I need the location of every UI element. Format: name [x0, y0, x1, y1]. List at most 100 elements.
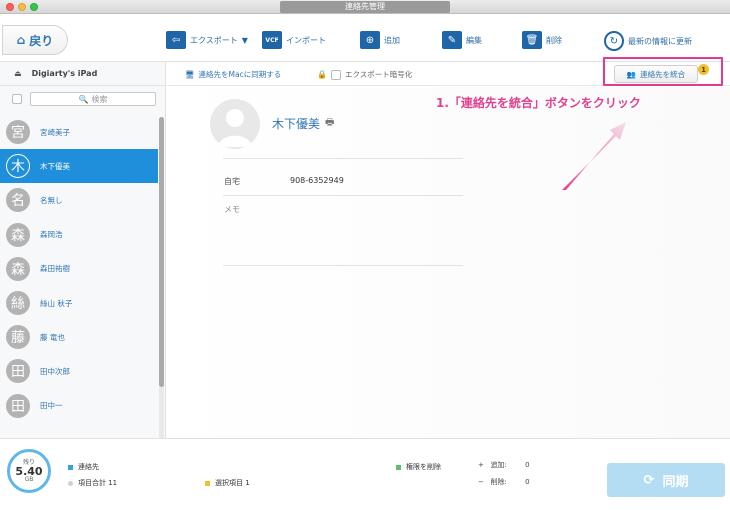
sync-mac-label: 連絡先をMacに同期する	[198, 70, 282, 79]
add-contact-icon: ⊕	[360, 31, 380, 49]
contact-name: 田中次郎	[40, 366, 70, 376]
trash-icon: 🗑	[522, 31, 542, 49]
contact-name-title: 木下優美 🖶	[272, 115, 334, 132]
legend-swatch	[68, 464, 73, 470]
legend-total: 項目合計 11	[68, 478, 117, 488]
contact-item[interactable]: 田 田中次郎	[0, 354, 158, 388]
avatar: 藤	[6, 325, 30, 350]
eject-icon[interactable]: ⏏	[14, 69, 22, 78]
contact-item[interactable]: 宮 宮崎美子	[0, 115, 158, 149]
import-label: インポート	[286, 35, 326, 45]
zoom-window-button[interactable]	[30, 3, 38, 11]
vcf-icon: VCF	[262, 31, 282, 49]
scrollbar-thumb[interactable]	[159, 117, 164, 388]
phone-label: 自宅	[224, 177, 240, 186]
legend-swatch	[68, 480, 73, 486]
add-button[interactable]: ⊕ 追加	[360, 31, 400, 49]
del-count: 0	[525, 478, 530, 486]
contact-name: 名無し	[40, 195, 63, 205]
selected-items: 選択項目 1	[215, 479, 250, 487]
avatar: 田	[6, 359, 30, 384]
avatar: 森	[6, 222, 30, 247]
import-button[interactable]: VCF インポート	[262, 31, 326, 49]
avatar: 宮	[6, 120, 30, 145]
del-count-label: 削除:	[490, 478, 507, 486]
contact-name: 森岡浩	[40, 230, 63, 240]
contact-item-selected[interactable]: 木 木下優美	[0, 149, 158, 184]
contact-name: 田中一	[40, 401, 63, 411]
edit-button[interactable]: ✎ 編集	[442, 31, 482, 49]
select-all-checkbox[interactable]	[12, 94, 22, 104]
contact-name: 藤 竜也	[40, 332, 65, 342]
minimize-window-button[interactable]	[18, 3, 26, 11]
storage-value: 5.40	[15, 464, 43, 478]
lock-icon: 🔒	[317, 70, 327, 79]
chevron-down-icon[interactable]: ▼	[242, 36, 248, 45]
export-icon: ⇦	[166, 31, 186, 49]
search-placeholder: 検索	[91, 94, 108, 104]
legend-swatch	[205, 480, 210, 486]
avatar: 絲	[6, 291, 30, 316]
contact-detail: 木下優美 🖶 自宅 908-6352949 メモ	[167, 87, 730, 438]
storage-unit: GB	[24, 475, 34, 483]
back-button[interactable]: ⌂ 戻り	[2, 25, 68, 55]
add-count: 0	[525, 461, 530, 469]
detail-name: 木下優美	[272, 117, 321, 131]
legend-contacts-label: 連絡先	[78, 463, 99, 471]
delete-count-stat: − 削除: 0	[478, 477, 530, 487]
annotation-highlight-box	[603, 57, 723, 86]
contact-name: 宮崎美子	[40, 127, 70, 137]
avatar: 森	[6, 256, 30, 281]
annotation-text: 1.「連絡先を統合」ボタンをクリック	[436, 96, 641, 110]
edit-label: 編集	[466, 35, 482, 45]
contact-list-scrollbar[interactable]	[159, 117, 164, 439]
export-label: エクスポート	[190, 35, 238, 45]
plus-icon: +	[478, 461, 484, 469]
sync-label: 同期	[662, 474, 689, 490]
legend-perm-delete: 権限を削除	[396, 462, 441, 472]
avatar: 名	[6, 188, 30, 213]
refresh-button[interactable]: ↻ 最新の情報に更新	[604, 31, 692, 51]
person-icon	[218, 109, 252, 147]
contact-name: 森田祐樹	[40, 264, 70, 274]
minus-icon: −	[478, 478, 484, 486]
toolbar: ⌂ 戻り ⇦ エクスポート ▼ VCF インポート ⊕ 追加 ✎ 編集 🗑 削除…	[0, 14, 730, 62]
contact-photo[interactable]	[210, 99, 260, 149]
add-count-stat: + 追加: 0	[478, 460, 530, 470]
contact-sidebar: ⏏ Digiarty's iPad 🔍 検索 宮 宮崎美子 木 木下優美 名 名…	[0, 62, 166, 439]
monitor-icon: 🖥	[185, 70, 195, 79]
export-button[interactable]: ⇦ エクスポート ▼	[166, 31, 248, 49]
total-items: 項目合計 11	[78, 479, 118, 487]
delete-button[interactable]: 🗑 削除	[522, 31, 562, 49]
contact-item[interactable]: 森 森田祐樹	[0, 252, 158, 286]
contact-item[interactable]: 藤 藤 竜也	[0, 320, 158, 354]
avatar: 田	[6, 393, 30, 418]
divider	[223, 195, 463, 196]
status-footer: 残り 5.40 GB 連絡先 項目合計 11 選択項目 1 権限を削除 + 追加…	[0, 438, 730, 510]
back-button-label: 戻り	[29, 33, 54, 48]
contact-name: 絲山 秋子	[40, 298, 73, 308]
export-encryption-toggle[interactable]: 🔒 エクスポート暗号化	[317, 69, 412, 80]
contact-item[interactable]: 名 名無し	[0, 183, 158, 217]
search-input[interactable]: 🔍 検索	[30, 92, 156, 106]
legend-swatch	[396, 464, 401, 470]
device-name: Digiarty's iPad	[31, 69, 98, 78]
sync-to-mac-button[interactable]: 🖥 連絡先をMacに同期する	[185, 69, 281, 80]
print-icon[interactable]: 🖶	[325, 115, 334, 132]
sync-button[interactable]: ⟳ 同期	[607, 463, 725, 497]
divider	[223, 158, 463, 159]
search-icon: 🔍	[78, 94, 89, 104]
contact-name: 木下優美	[40, 161, 70, 171]
contact-item[interactable]: 田 田中一	[0, 389, 158, 423]
delete-label: 削除	[546, 35, 562, 45]
encryption-checkbox[interactable]	[330, 69, 341, 80]
divider	[223, 265, 463, 266]
legend-selected: 選択項目 1	[205, 478, 250, 488]
device-header[interactable]: ⏏ Digiarty's iPad	[0, 62, 165, 86]
window-title: 連絡先管理	[280, 1, 450, 13]
annotation-arrow-icon	[562, 122, 626, 190]
contact-item[interactable]: 絲 絲山 秋子	[0, 286, 158, 320]
contact-item[interactable]: 森 森岡浩	[0, 218, 158, 252]
close-window-button[interactable]	[6, 3, 14, 11]
home-icon: ⌂	[16, 33, 26, 47]
